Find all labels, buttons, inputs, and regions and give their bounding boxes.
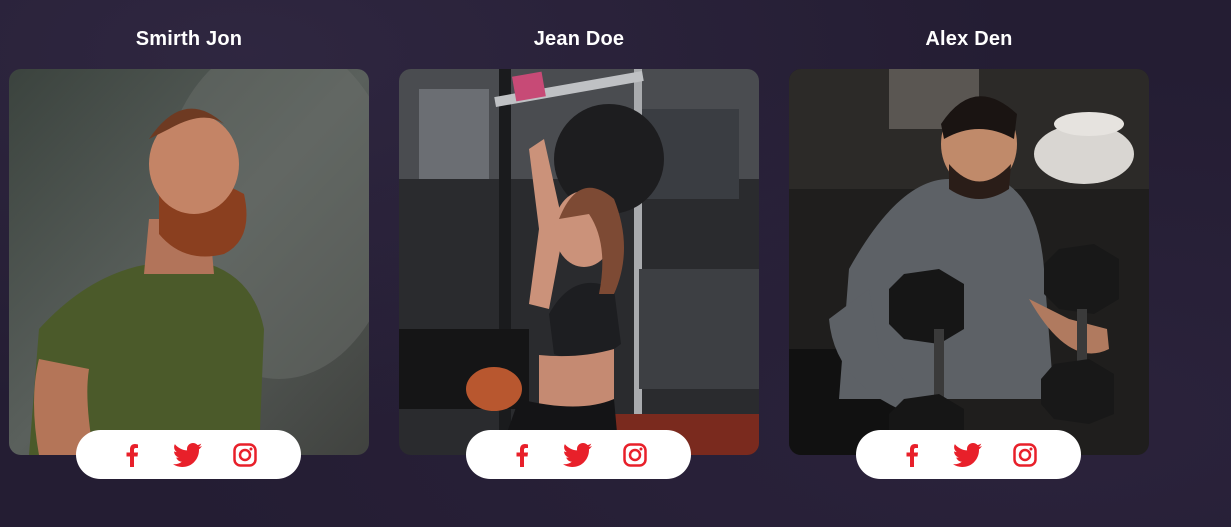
- trainer-name: Alex Den: [925, 28, 1013, 50]
- facebook-icon[interactable]: [116, 439, 148, 471]
- instagram-icon[interactable]: [619, 439, 651, 471]
- trainer-card-alex-den: Alex Den: [789, 0, 1149, 490]
- trainer-card-jean-doe: Jean Doe: [399, 0, 759, 490]
- social-links-bar: [76, 430, 301, 479]
- trainer-photo: [399, 69, 759, 455]
- instagram-icon[interactable]: [229, 439, 261, 471]
- facebook-icon[interactable]: [896, 439, 928, 471]
- instagram-icon[interactable]: [1009, 439, 1041, 471]
- twitter-icon[interactable]: [562, 439, 594, 471]
- twitter-icon[interactable]: [172, 439, 204, 471]
- trainer-name: Jean Doe: [533, 28, 625, 50]
- trainers-section: Smirth Jon Jean Doe Alex Den: [0, 0, 1231, 527]
- trainer-photo: [789, 69, 1149, 455]
- trainer-card-smirth-jon: Smirth Jon: [9, 0, 369, 490]
- social-links-bar: [466, 430, 691, 479]
- facebook-icon[interactable]: [506, 439, 538, 471]
- trainer-name: Smirth Jon: [135, 28, 243, 50]
- social-links-bar: [856, 430, 1081, 479]
- trainer-photo: [9, 69, 369, 455]
- twitter-icon[interactable]: [952, 439, 984, 471]
